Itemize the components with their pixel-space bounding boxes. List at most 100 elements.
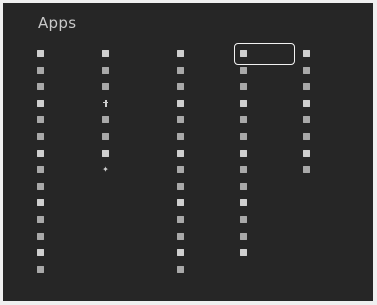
app-tile[interactable] bbox=[37, 64, 89, 77]
app-tile[interactable] bbox=[37, 147, 89, 160]
app-tile-icon bbox=[37, 265, 44, 273]
app-tile[interactable] bbox=[37, 113, 89, 126]
app-tile[interactable] bbox=[102, 47, 154, 60]
app-tile-icon bbox=[177, 182, 184, 190]
app-tile[interactable] bbox=[37, 47, 89, 60]
app-tile[interactable] bbox=[303, 47, 359, 60]
app-tile[interactable] bbox=[177, 147, 233, 160]
app-tile-icon bbox=[37, 132, 44, 140]
app-tile-icon bbox=[177, 166, 184, 174]
app-tile-icon bbox=[177, 232, 184, 240]
app-tile-icon bbox=[177, 215, 184, 223]
app-column-5 bbox=[303, 47, 359, 180]
app-tile-icon bbox=[303, 116, 310, 124]
app-tile-icon bbox=[102, 83, 109, 91]
app-tile-icon bbox=[177, 132, 184, 140]
app-tile[interactable] bbox=[177, 180, 233, 193]
app-tile-icon bbox=[37, 50, 44, 57]
app-tile[interactable] bbox=[102, 147, 154, 160]
app-tile-icon bbox=[37, 199, 44, 207]
app-tile[interactable] bbox=[177, 113, 233, 126]
app-tile[interactable] bbox=[37, 97, 89, 110]
app-tile[interactable] bbox=[240, 180, 296, 193]
app-tile-icon bbox=[37, 66, 44, 74]
app-tile-icon bbox=[240, 182, 247, 190]
app-tile-icon bbox=[240, 215, 247, 223]
app-tile[interactable] bbox=[177, 213, 233, 226]
app-tile[interactable] bbox=[177, 263, 233, 276]
app-tile[interactable] bbox=[240, 130, 296, 143]
app-tile[interactable] bbox=[37, 130, 89, 143]
app-tile[interactable] bbox=[240, 47, 296, 60]
app-tile[interactable] bbox=[303, 64, 359, 77]
page-title: Apps bbox=[38, 14, 77, 32]
app-tile-icon bbox=[102, 149, 109, 157]
app-tile[interactable] bbox=[177, 47, 233, 60]
app-tile[interactable] bbox=[177, 97, 233, 110]
app-column-3 bbox=[177, 47, 233, 279]
app-tile-icon bbox=[177, 149, 184, 157]
app-tile[interactable] bbox=[303, 80, 359, 93]
app-tile-icon bbox=[240, 99, 247, 107]
app-tile[interactable] bbox=[240, 64, 296, 77]
app-tile-icon bbox=[102, 50, 109, 57]
app-tile-icon bbox=[177, 50, 184, 57]
app-tile[interactable] bbox=[102, 80, 154, 93]
app-tile-icon bbox=[37, 83, 44, 91]
app-tile-icon bbox=[240, 116, 247, 124]
app-tile[interactable] bbox=[177, 163, 233, 176]
app-tile[interactable] bbox=[303, 113, 359, 126]
app-tile-icon bbox=[37, 215, 44, 223]
app-tile[interactable] bbox=[102, 130, 154, 143]
app-tile[interactable] bbox=[37, 196, 89, 209]
app-tile-icon bbox=[102, 116, 109, 124]
app-tile-icon bbox=[177, 265, 184, 273]
app-tile[interactable] bbox=[102, 97, 154, 110]
app-tile[interactable] bbox=[102, 113, 154, 126]
app-tile[interactable] bbox=[240, 113, 296, 126]
app-tile[interactable] bbox=[240, 80, 296, 93]
app-tile[interactable] bbox=[177, 246, 233, 259]
app-tile[interactable] bbox=[177, 230, 233, 243]
apps-screen: Apps ✦ bbox=[3, 3, 373, 301]
cross-icon bbox=[102, 99, 109, 107]
app-tile[interactable] bbox=[240, 196, 296, 209]
app-tile-icon bbox=[240, 166, 247, 174]
app-tile[interactable] bbox=[240, 97, 296, 110]
app-tile[interactable] bbox=[177, 64, 233, 77]
app-tile[interactable]: ✦ bbox=[102, 163, 154, 176]
app-tile[interactable] bbox=[240, 213, 296, 226]
app-tile-icon bbox=[37, 116, 44, 124]
app-tile[interactable] bbox=[303, 147, 359, 160]
app-column-2: ✦ bbox=[102, 47, 154, 180]
app-tile[interactable] bbox=[240, 147, 296, 160]
app-tile[interactable] bbox=[37, 230, 89, 243]
app-tile[interactable] bbox=[240, 230, 296, 243]
app-tile-icon bbox=[303, 99, 310, 107]
app-tile-icon bbox=[37, 232, 44, 240]
star-icon: ✦ bbox=[102, 165, 109, 175]
app-tile[interactable] bbox=[37, 263, 89, 276]
app-tile-icon bbox=[240, 249, 247, 257]
app-tile-icon bbox=[303, 149, 310, 157]
app-tile-icon bbox=[240, 83, 247, 91]
app-tile[interactable] bbox=[240, 163, 296, 176]
app-tile[interactable] bbox=[37, 246, 89, 259]
app-tile[interactable] bbox=[37, 163, 89, 176]
app-tile[interactable] bbox=[177, 196, 233, 209]
app-tile[interactable] bbox=[303, 97, 359, 110]
app-tile-icon bbox=[37, 249, 44, 257]
app-tile[interactable] bbox=[177, 130, 233, 143]
app-tile[interactable] bbox=[303, 130, 359, 143]
app-tile-icon bbox=[37, 149, 44, 157]
app-tile-icon bbox=[240, 132, 247, 140]
app-tile[interactable] bbox=[177, 80, 233, 93]
app-tile[interactable] bbox=[240, 246, 296, 259]
app-tile-icon bbox=[177, 83, 184, 91]
app-tile-icon bbox=[303, 66, 310, 74]
app-tile[interactable] bbox=[37, 213, 89, 226]
app-tile[interactable] bbox=[102, 64, 154, 77]
app-tile[interactable] bbox=[303, 163, 359, 176]
app-tile[interactable] bbox=[37, 180, 89, 193]
app-tile[interactable] bbox=[37, 80, 89, 93]
